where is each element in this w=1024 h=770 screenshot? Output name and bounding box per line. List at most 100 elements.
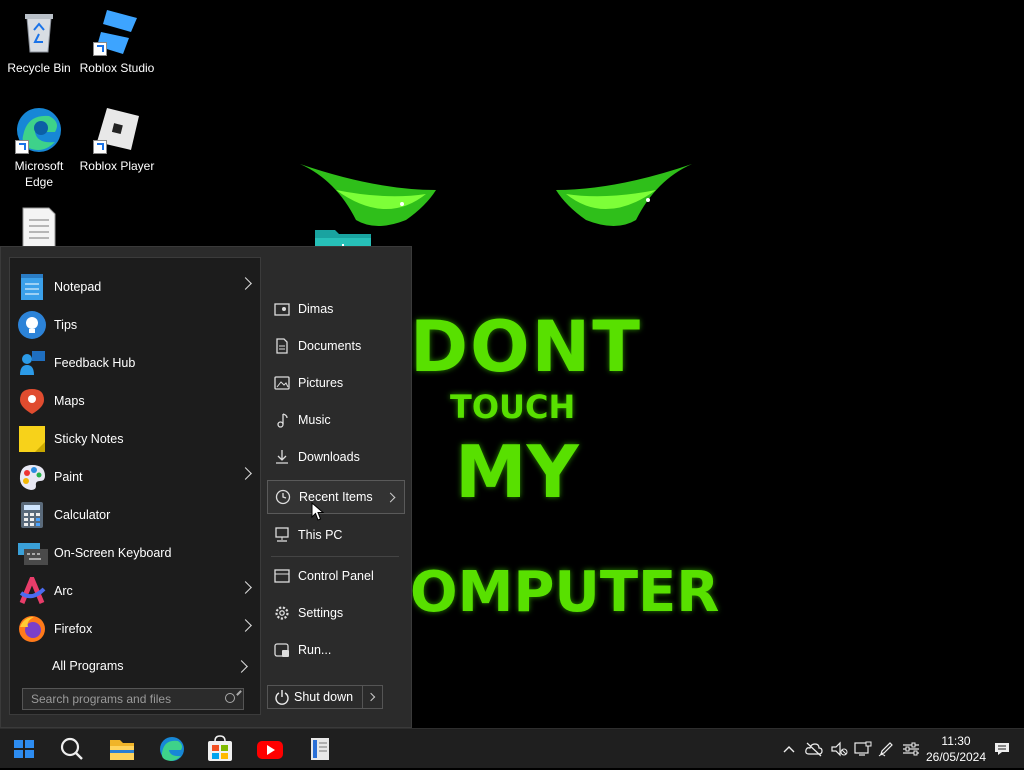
place-downloads[interactable]: Downloads — [267, 440, 405, 474]
program-paint[interactable]: Paint — [10, 458, 260, 496]
program-notepad[interactable]: Notepad — [10, 268, 260, 306]
place-documents[interactable]: Documents — [267, 329, 405, 363]
place-label: Music — [298, 413, 331, 427]
firefox-icon — [18, 615, 46, 643]
start-icon — [14, 740, 34, 758]
search-icon — [60, 737, 83, 760]
wallpaper-text-dont: DONT — [410, 306, 642, 388]
place-dimas[interactable]: Dimas — [267, 292, 405, 326]
desktop-icon-label: Microsoft Edge — [14, 159, 64, 189]
place-run[interactable]: Run... — [267, 633, 405, 667]
clock[interactable]: 11:30 26/05/2024 — [916, 733, 996, 765]
program-label: On-Screen Keyboard — [54, 546, 172, 560]
place-pictures[interactable]: Pictures — [267, 366, 405, 400]
recycle-bin-icon — [15, 8, 63, 56]
program-arc[interactable]: Arc — [10, 572, 260, 610]
pen-tray[interactable] — [878, 741, 894, 757]
place-this-pc[interactable]: This PC — [267, 518, 405, 552]
gear-icon — [274, 605, 290, 621]
maps-icon — [18, 387, 46, 415]
clock-time: 11:30 — [941, 734, 971, 748]
places-divider — [271, 556, 399, 557]
program-label: Notepad — [54, 280, 102, 294]
program-tips[interactable]: Tips — [10, 306, 260, 344]
desktop-icon-roblox-studio[interactable]: Roblox Studio — [78, 8, 156, 76]
chevron-right-icon[interactable] — [239, 619, 252, 632]
place-music[interactable]: Music — [267, 403, 405, 437]
search-icon[interactable] — [225, 693, 235, 703]
shutdown-button[interactable]: Shut down — [268, 686, 362, 708]
shortcut-arrow-icon — [93, 42, 107, 56]
taskbar-edge[interactable] — [152, 733, 192, 765]
music-note-icon — [274, 412, 290, 428]
roblox-studio-icon — [93, 8, 141, 56]
program-label: Sticky Notes — [54, 432, 124, 446]
desktop-icon-recycle-bin[interactable]: Recycle Bin — [0, 8, 78, 76]
onedrive-tray[interactable] — [805, 741, 823, 757]
desktop-icon-microsoft-edge[interactable]: Microsoft Edge — [0, 106, 78, 190]
shutdown-label: Shut down — [294, 690, 354, 704]
program-feedback-hub[interactable]: Feedback Hub — [10, 344, 260, 382]
program-sticky-notes[interactable]: Sticky Notes — [10, 420, 260, 458]
taskbar-youtube[interactable] — [250, 733, 290, 765]
power-icon — [275, 690, 289, 705]
clock-icon — [275, 489, 291, 505]
desktop-icon-label: Roblox Player — [79, 159, 155, 173]
desktop-icon-roblox-player[interactable]: Roblox Player — [78, 106, 156, 174]
chevron-up-icon — [783, 746, 795, 753]
place-label: Control Panel — [298, 569, 374, 583]
search-input[interactable] — [31, 692, 211, 706]
keyboard-icon — [18, 539, 48, 567]
place-label: Run... — [298, 643, 332, 657]
program-label: Firefox — [54, 622, 93, 636]
all-programs-button[interactable]: All Programs — [10, 652, 260, 682]
place-recent-items[interactable]: Recent Items — [267, 480, 405, 514]
place-settings[interactable]: Settings — [267, 596, 405, 630]
shutdown-button-group: Shut down — [267, 685, 383, 709]
taskbar-store[interactable] — [200, 733, 240, 765]
program-label: Maps — [54, 394, 85, 408]
run-icon — [274, 642, 290, 658]
user-folder-icon — [274, 301, 290, 317]
desktop-icon-label: Recycle Bin — [7, 61, 71, 75]
display-tray[interactable] — [854, 741, 872, 757]
place-control-panel[interactable]: Control Panel — [267, 559, 405, 593]
program-firefox[interactable]: Firefox — [10, 610, 260, 648]
taskbar-app[interactable] — [300, 733, 340, 765]
notepad-icon — [18, 273, 46, 301]
start-menu-programs-pane: Notepad Tips Feedback Hub Maps Sticky No… — [9, 257, 261, 715]
program-maps[interactable]: Maps — [10, 382, 260, 420]
wallpaper-text-touch: TOUCH — [450, 388, 576, 426]
taskbar-file-explorer[interactable] — [102, 733, 142, 765]
show-hidden-icons-button[interactable] — [781, 741, 797, 757]
start-button[interactable] — [4, 733, 44, 765]
program-calculator[interactable]: Calculator — [10, 496, 260, 534]
cloud-off-icon — [805, 742, 823, 757]
chevron-right-icon — [385, 492, 396, 503]
notification-icon — [995, 743, 1009, 755]
program-on-screen-keyboard[interactable]: On-Screen Keyboard — [10, 534, 260, 572]
notifications-button[interactable] — [994, 741, 1010, 757]
place-label: Dimas — [298, 302, 334, 316]
app-icon — [311, 738, 329, 760]
youtube-icon — [257, 741, 283, 759]
chevron-right-icon[interactable] — [239, 467, 252, 480]
search-box[interactable] — [22, 688, 244, 710]
shutdown-options-button[interactable] — [362, 686, 383, 708]
document-icon — [274, 338, 290, 354]
taskbar-search-button[interactable] — [52, 733, 92, 765]
store-icon — [208, 735, 232, 761]
wallpaper-text-computer: OMPUTER — [410, 560, 720, 625]
download-arrow-icon — [274, 449, 290, 465]
place-label: Pictures — [298, 376, 344, 390]
place-label: Settings — [298, 606, 344, 620]
chevron-right-icon[interactable] — [239, 581, 252, 594]
program-label: Tips — [54, 318, 78, 332]
chevron-right-icon — [235, 660, 248, 673]
clock-date: 26/05/2024 — [925, 750, 987, 764]
tips-icon — [18, 311, 46, 339]
volume-tray[interactable] — [831, 741, 848, 757]
chevron-right-icon[interactable] — [239, 277, 252, 290]
picture-icon — [274, 375, 290, 391]
program-label: Calculator — [54, 508, 111, 522]
